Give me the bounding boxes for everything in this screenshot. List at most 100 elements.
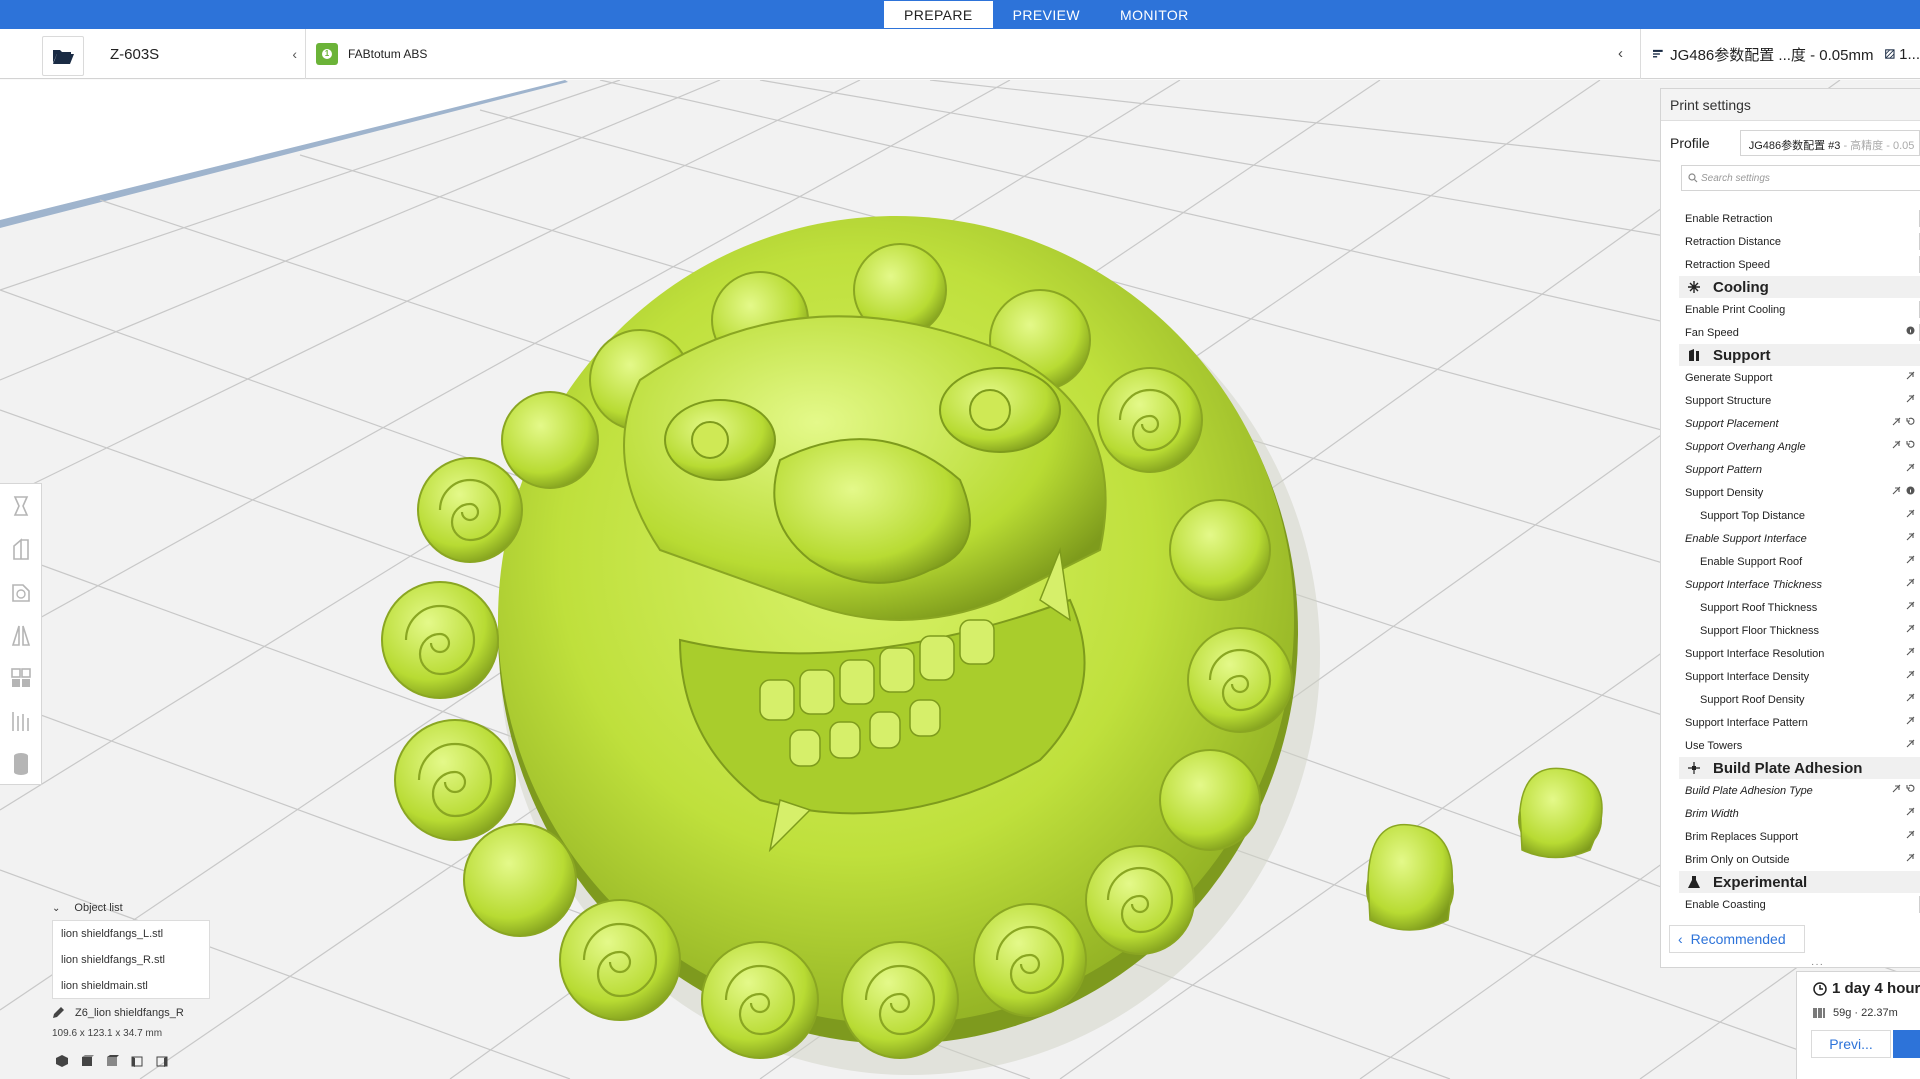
setting-row[interactable]: Generate Support <box>1679 366 1920 389</box>
settings-category[interactable]: Experimental <box>1679 871 1920 893</box>
setting-row[interactable]: Retraction Distance <box>1679 230 1920 253</box>
resize-handle[interactable]: ··· <box>1811 959 1824 970</box>
link-icon[interactable] <box>1906 601 1915 610</box>
search-settings-input[interactable]: Search settings <box>1681 165 1920 191</box>
link-icon[interactable] <box>1906 807 1915 816</box>
recommended-button[interactable]: ‹ Recommended <box>1669 925 1805 953</box>
link-icon[interactable] <box>1906 371 1915 380</box>
settings-category[interactable]: Support <box>1679 344 1920 366</box>
link-icon[interactable] <box>1906 509 1915 518</box>
setting-row[interactable]: Support Interface Pattern <box>1679 711 1920 734</box>
build-plate-scene[interactable] <box>0 80 1920 1079</box>
support-blocker-button[interactable] <box>0 699 42 742</box>
rotate-tool-button[interactable] <box>0 570 42 613</box>
scale-tool-icon <box>13 537 29 560</box>
setting-row[interactable]: Support Pattern <box>1679 458 1920 481</box>
setting-row[interactable]: Enable Retraction <box>1679 207 1920 230</box>
link-icon[interactable] <box>1892 784 1901 793</box>
per-model-settings-button[interactable] <box>0 656 42 699</box>
setting-row[interactable]: Brim Width <box>1679 802 1920 825</box>
mirror-tool-icon <box>11 625 31 646</box>
right-view-icon[interactable] <box>155 1054 169 1068</box>
setting-row[interactable]: Support Overhang Angle <box>1679 435 1920 458</box>
setting-row[interactable]: Support Top Distance <box>1679 504 1920 527</box>
cylinder-tool-button[interactable] <box>0 742 42 785</box>
tab-preview[interactable]: PREVIEW <box>993 1 1100 28</box>
setting-row[interactable]: Support Roof Thickness <box>1679 596 1920 619</box>
link-icon[interactable] <box>1892 417 1901 426</box>
info-icon[interactable] <box>1906 326 1915 335</box>
setting-row[interactable]: Brim Only on Outside <box>1679 848 1920 871</box>
object-list-toggle[interactable]: ⌄ Object list <box>52 902 123 914</box>
reset-icon[interactable] <box>1906 784 1915 793</box>
setting-row[interactable]: Enable Print Cooling <box>1679 298 1920 321</box>
tab-prepare[interactable]: PREPARE <box>884 1 993 28</box>
setting-row-icons <box>1892 486 1915 495</box>
settings-category[interactable]: Build Plate Adhesion <box>1679 757 1920 779</box>
front-view-icon[interactable] <box>80 1054 94 1068</box>
link-icon[interactable] <box>1906 578 1915 587</box>
print-profile-selector[interactable]: JG486参数配置 ...度 - 0.05mm 1... <box>1640 29 1920 79</box>
tab-monitor[interactable]: MONITOR <box>1100 1 1209 28</box>
setting-row-icons <box>1892 784 1915 793</box>
setting-row[interactable]: Enable Support Interface <box>1679 527 1920 550</box>
setting-row[interactable]: Support Placement <box>1679 412 1920 435</box>
filament-spool-icon <box>1813 1008 1825 1018</box>
setting-label: Enable Support Roof <box>1700 555 1803 568</box>
link-icon[interactable] <box>1906 624 1915 633</box>
machine-selector[interactable]: Z-603S ‹ <box>96 29 306 79</box>
setting-row[interactable]: Support Density <box>1679 481 1920 504</box>
link-icon[interactable] <box>1892 486 1901 495</box>
open-file-button[interactable] <box>42 36 84 76</box>
setting-row[interactable]: Brim Replaces Support <box>1679 825 1920 848</box>
setting-row[interactable]: Fan Speed <box>1679 321 1920 344</box>
setting-row[interactable]: Use Towers <box>1679 734 1920 757</box>
setting-label: Support Interface Density <box>1685 670 1810 683</box>
link-icon[interactable] <box>1906 555 1915 564</box>
link-icon[interactable] <box>1906 693 1915 702</box>
setting-row[interactable]: Support Interface Thickness <box>1679 573 1920 596</box>
list-item[interactable]: lion shieldmain.stl <box>53 973 209 999</box>
header-bar: Z-603S ‹ 1 FABtotum ABS ‹ JG486参数配置 ...度… <box>0 29 1920 79</box>
pencil-icon[interactable] <box>52 1006 65 1019</box>
link-icon[interactable] <box>1906 739 1915 748</box>
setting-row[interactable]: Enable Coasting <box>1679 893 1920 916</box>
slice-button[interactable] <box>1893 1030 1920 1058</box>
setting-row[interactable]: Support Roof Density <box>1679 688 1920 711</box>
setting-row[interactable]: Support Interface Resolution <box>1679 642 1920 665</box>
setting-row[interactable]: Support Interface Density <box>1679 665 1920 688</box>
setting-row[interactable]: Build Plate Adhesion Type <box>1679 779 1920 802</box>
link-icon[interactable] <box>1906 853 1915 862</box>
3d-view-icon[interactable] <box>55 1054 69 1068</box>
reset-icon[interactable] <box>1906 417 1915 426</box>
mirror-tool-button[interactable] <box>0 613 42 656</box>
link-icon[interactable] <box>1906 463 1915 472</box>
3d-viewport[interactable] <box>0 80 1920 1079</box>
link-icon[interactable] <box>1906 532 1915 541</box>
setting-label: Support Interface Resolution <box>1685 647 1825 660</box>
preview-button[interactable]: Previ... <box>1811 1030 1891 1058</box>
link-icon[interactable] <box>1906 830 1915 839</box>
link-icon[interactable] <box>1906 394 1915 403</box>
profile-dropdown[interactable]: JG486参数配置 #3 - 高精度 - 0.05 <box>1739 130 1920 156</box>
collapse-chevron-icon[interactable]: ‹ <box>1618 45 1623 62</box>
link-icon[interactable] <box>1906 670 1915 679</box>
move-tool-button[interactable] <box>0 484 42 527</box>
reset-icon[interactable] <box>1906 440 1915 449</box>
setting-row[interactable]: Enable Support Roof <box>1679 550 1920 573</box>
setting-row[interactable]: Retraction Speed <box>1679 253 1920 276</box>
settings-category[interactable]: Cooling <box>1679 276 1920 298</box>
link-icon[interactable] <box>1892 440 1901 449</box>
list-item[interactable]: lion shieldfangs_L.stl <box>53 921 209 947</box>
info-icon[interactable] <box>1906 486 1915 495</box>
setting-row[interactable]: Support Floor Thickness <box>1679 619 1920 642</box>
material-selector[interactable]: 1 FABtotum ABS <box>316 29 427 79</box>
machine-name: Z-603S <box>110 45 160 63</box>
left-view-icon[interactable] <box>130 1054 144 1068</box>
list-item[interactable]: lion shieldfangs_R.stl <box>53 947 209 973</box>
link-icon[interactable] <box>1906 647 1915 656</box>
setting-row[interactable]: Support Structure <box>1679 389 1920 412</box>
link-icon[interactable] <box>1906 716 1915 725</box>
scale-tool-button[interactable] <box>0 527 42 570</box>
top-view-icon[interactable] <box>105 1054 119 1068</box>
